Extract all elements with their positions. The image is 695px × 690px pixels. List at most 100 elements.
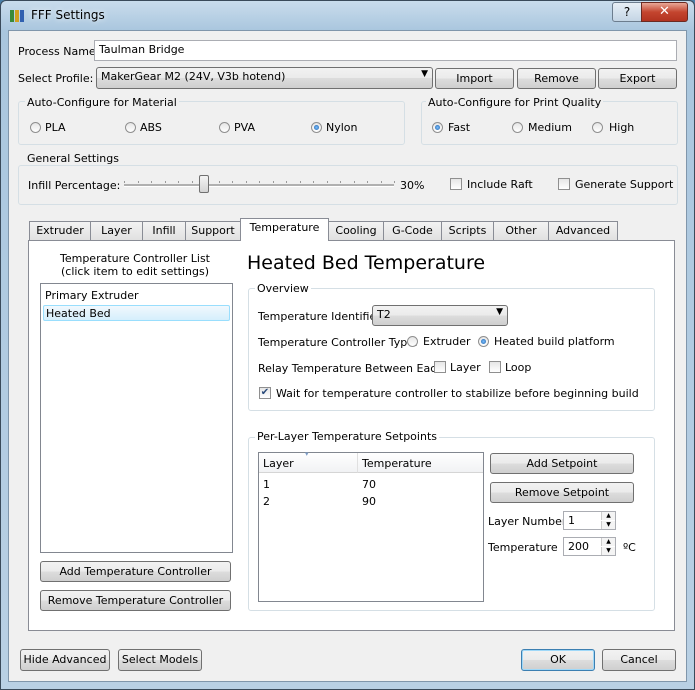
slider-tick [259,181,260,183]
row-temperature-cell: 70 [362,478,376,491]
temperature-identifier-label: Temperature Identifier [258,310,381,323]
row-temperature-cell: 90 [362,495,376,508]
type-platform-radio[interactable] [478,336,489,347]
spin-up-icon[interactable]: ▲ [601,538,615,546]
add-setpoint-button[interactable]: Add Setpoint [490,453,634,474]
remove-temperature-controller-button[interactable]: Remove Temperature Controller [40,590,231,611]
temperature-identifier-value: T2 [377,308,391,321]
close-button[interactable]: ✕ [641,2,688,22]
row-layer-cell: 2 [263,495,270,508]
spin-down-icon[interactable]: ▼ [601,547,615,555]
spin-down-icon[interactable]: ▼ [601,521,615,529]
hide-advanced-button[interactable]: Hide Advanced [20,649,110,671]
column-header-temperature[interactable]: Temperature [358,453,483,473]
controller-list-item[interactable]: Heated Bed [43,305,230,321]
infill-slider-thumb[interactable] [199,175,209,193]
tab-infill[interactable]: Infill [142,221,186,241]
relay-label: Relay Temperature Between Each: [258,362,447,375]
table-row[interactable]: 1 70 [259,477,483,493]
quality-radio-medium[interactable] [512,122,523,133]
infill-slider-track[interactable] [124,184,394,187]
slider-tick [124,181,125,183]
type-platform-label: Heated build platform [494,335,615,348]
import-button[interactable]: Import [435,68,514,89]
tab-cooling[interactable]: Cooling [328,221,384,241]
spin-up-icon[interactable]: ▲ [601,512,615,520]
column-header-layer[interactable]: Layer ▾ [259,450,358,473]
general-settings-title: General Settings [25,152,121,165]
sort-ascending-icon: ▾ [305,450,309,458]
quality-label-high: High [609,121,635,134]
tab-support[interactable]: Support [185,221,241,241]
table-row[interactable]: 2 90 [259,494,483,510]
controller-list-subtitle: (click item to edit settings) [60,265,210,278]
quality-label-medium: Medium [528,121,572,134]
remove-profile-button[interactable]: Remove [517,68,596,89]
type-extruder-label: Extruder [423,335,471,348]
title-bar[interactable]: FFF Settings ? ✕ [1,1,694,31]
remove-setpoint-button[interactable]: Remove Setpoint [490,482,634,503]
relay-loop-checkbox[interactable] [489,361,501,373]
ok-button[interactable]: OK [521,649,595,671]
material-radio-pva[interactable] [219,122,230,133]
slider-tick [353,181,355,183]
material-radio-abs[interactable] [125,122,136,133]
slider-tick [272,181,274,183]
tab-gcode[interactable]: G-Code [383,221,442,241]
quality-radio-fast[interactable] [432,122,443,133]
quality-radio-high[interactable] [592,122,603,133]
process-name-input[interactable]: Taulman Bridge [94,40,677,61]
slider-tick [218,181,220,183]
layer-number-label: Layer Number [488,515,567,528]
slider-tick [394,181,395,183]
tab-extruder[interactable]: Extruder [29,221,91,241]
profile-select-value: MakerGear M2 (24V, V3b hotend) [101,70,286,83]
wait-stabilize-checkbox[interactable]: ✔ [259,387,271,399]
window-title: FFF Settings [31,8,105,22]
include-raft-checkbox[interactable] [450,178,462,190]
app-icon [10,10,24,22]
material-radio-pla[interactable] [30,122,41,133]
slider-tick [340,181,341,183]
slider-tick [299,181,301,183]
tab-temperature[interactable]: Temperature [240,218,329,241]
material-radio-nylon[interactable] [311,122,322,133]
chevron-down-icon: ▼ [421,69,428,79]
wait-stabilize-label: Wait for temperature controller to stabi… [276,387,639,400]
select-models-button[interactable]: Select Models [118,649,202,671]
include-raft-label: Include Raft [467,178,533,191]
temperature-unit: ºC [623,541,636,554]
controller-list-title: Temperature Controller List [59,252,210,265]
tab-layer[interactable]: Layer [90,221,143,241]
relay-layer-checkbox[interactable] [434,361,446,373]
slider-tick [191,181,193,183]
slider-tick [367,181,368,183]
section-heading: Heated Bed Temperature [247,252,486,274]
tab-other[interactable]: Other [493,221,549,241]
quality-group-title: Auto-Configure for Print Quality [426,96,604,109]
add-temperature-controller-button[interactable]: Add Temperature Controller [40,561,231,582]
cancel-button[interactable]: Cancel [602,649,676,671]
temperature-spinner[interactable]: 200 ▲ ▼ [563,537,616,556]
slider-tick [232,181,233,183]
infill-label: Infill Percentage: [28,179,121,192]
controller-list[interactable]: Primary Extruder Heated Bed [40,283,233,553]
type-extruder-radio[interactable] [407,336,418,347]
tab-advanced[interactable]: Advanced [548,221,618,241]
layer-number-value: 1 [568,514,575,527]
generate-support-checkbox[interactable] [558,178,570,190]
setpoints-table[interactable]: Layer ▾ Temperature 1 70 2 90 [258,450,484,602]
controller-list-item[interactable]: Primary Extruder [43,288,230,304]
slider-tick [245,181,247,183]
profile-select[interactable]: MakerGear M2 (24V, V3b hotend) ▼ [96,67,433,89]
help-button[interactable]: ? [612,2,642,22]
slider-tick [326,181,328,183]
material-group-title: Auto-Configure for Material [25,96,179,109]
export-button[interactable]: Export [598,68,677,89]
material-label-pla: PLA [45,121,66,134]
controller-type-label: Temperature Controller Type: [258,336,418,349]
slider-tick [380,181,382,183]
tab-scripts[interactable]: Scripts [441,221,494,241]
layer-number-spinner[interactable]: 1 ▲ ▼ [563,511,616,530]
temperature-identifier-select[interactable]: T2 ▼ [372,305,508,326]
